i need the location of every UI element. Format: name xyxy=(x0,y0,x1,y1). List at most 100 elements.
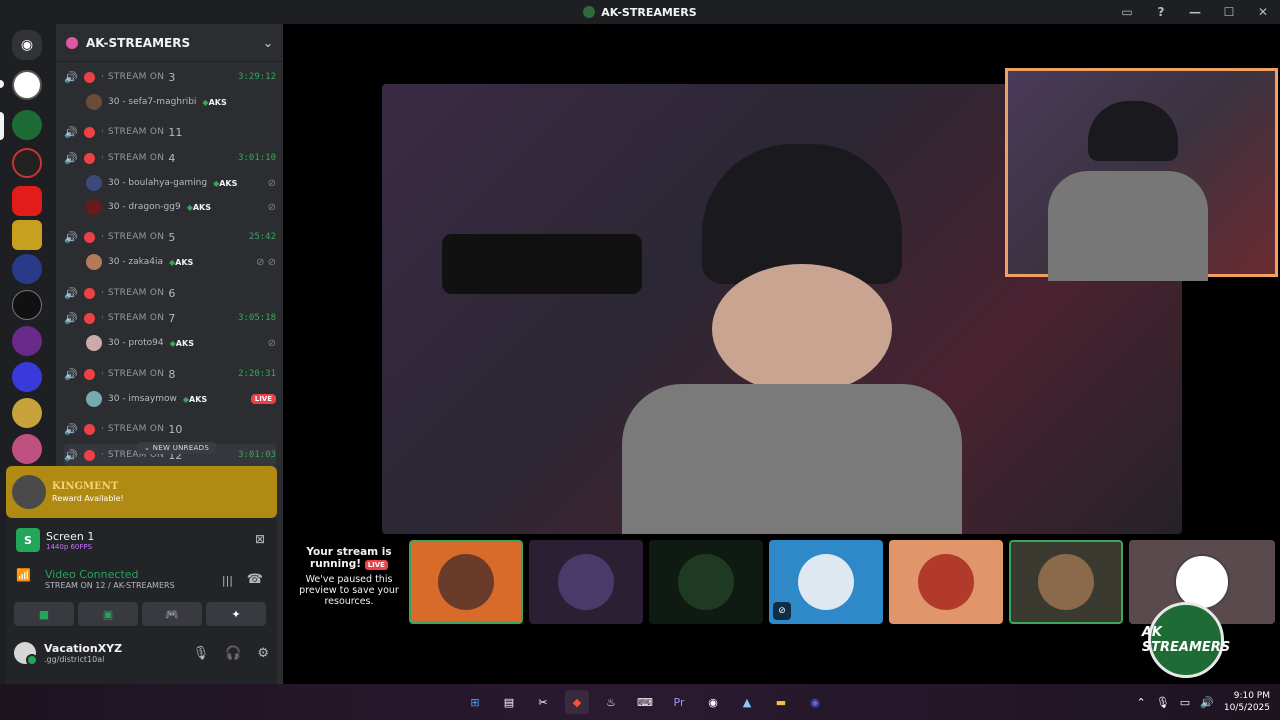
disconnect-icon[interactable]: ☎ xyxy=(247,572,263,587)
brave-browser-icon[interactable]: ◆ xyxy=(565,690,589,714)
voice-user[interactable]: 30 - dragon-gg9 AKS ⊘ xyxy=(86,197,276,217)
photos-icon[interactable]: ▲ xyxy=(735,690,759,714)
discord-home-icon[interactable]: ◉ xyxy=(12,30,42,60)
clock[interactable]: 9:10 PM 10/5/2025 xyxy=(1224,690,1270,714)
voice-channel[interactable]: 🔊 · STREAM ON 7 3:05:18 xyxy=(64,307,276,329)
voice-channel-path[interactable]: STREAM ON 12 / AK-STREAMERS xyxy=(45,581,175,590)
avatar xyxy=(438,554,494,610)
voice-channel[interactable]: 🔊 · STREAM ON 10 xyxy=(64,418,276,440)
server-gold-icon[interactable] xyxy=(12,398,42,428)
user-name: 30 - proto94 xyxy=(108,338,164,348)
voice-user[interactable]: 30 - imsaymow AKS LIVE xyxy=(86,389,276,409)
steam-icon[interactable]: ♨ xyxy=(599,690,623,714)
microphone-icon[interactable]: 🎙 xyxy=(193,646,210,661)
voice-user[interactable]: 30 - boulahya-gaming AKS ⊘ xyxy=(86,173,276,193)
screen-share-button[interactable]: ▣ xyxy=(78,602,138,626)
chevron-up-icon[interactable]: ⌃ xyxy=(1137,696,1146,709)
channel-timer: 3:01:10 xyxy=(238,153,276,163)
stop-stream-icon[interactable]: ⊠ xyxy=(255,532,265,546)
camera-button[interactable]: ■ xyxy=(14,602,74,626)
server-purple-icon[interactable] xyxy=(12,326,42,356)
server-gaming-icon[interactable] xyxy=(12,220,42,250)
server-vacation-icon[interactable] xyxy=(12,70,42,100)
voice-channel[interactable]: 🔊 · STREAM ON 5 25:42 xyxy=(64,226,276,248)
server-bhd-icon[interactable] xyxy=(12,148,42,178)
minimize-button[interactable]: — xyxy=(1178,0,1212,24)
voice-user[interactable]: 30 - proto94 AKS ⊘ xyxy=(86,333,276,353)
obs-icon[interactable]: ◉ xyxy=(701,690,725,714)
speaker-icon: 🔊 xyxy=(64,368,78,381)
clock-time: 9:10 PM xyxy=(1233,691,1270,701)
server-logo-icon xyxy=(583,6,596,18)
channel-number: 4 xyxy=(168,151,176,165)
voice-channel[interactable]: 🔊 · STREAM ON 3 3:29:12 xyxy=(64,66,276,88)
inbox-icon[interactable]: ▭ xyxy=(1110,0,1144,24)
participant-tile[interactable] xyxy=(409,540,523,624)
channel-number: 7 xyxy=(168,311,176,325)
server-neon-icon[interactable] xyxy=(12,362,42,392)
server-header[interactable]: AK-STREAMERS ⌄ xyxy=(56,24,283,62)
voice-channel[interactable]: 🔊 · STREAM ON 11 xyxy=(64,121,276,143)
reward-title: KINGMENT xyxy=(52,481,119,492)
speaker-icon: 🔊 xyxy=(64,423,78,436)
noise-suppression-icon[interactable]: ||| xyxy=(222,574,233,587)
screen-share-info: S Screen 1 1440p 60FPS xyxy=(16,528,94,552)
channel-label: STREAM ON xyxy=(107,127,165,137)
voice-user[interactable]: 30 - zaka4ia AKS ⊘ ⊘ xyxy=(86,252,276,272)
channel-timer: 2:20:31 xyxy=(238,369,276,379)
voice-channel[interactable]: 🔊 · STREAM ON 8 2:20:31 xyxy=(64,363,276,385)
channel-number: 10 xyxy=(168,422,183,436)
server-emblem-icon[interactable] xyxy=(12,254,42,284)
server-name: AK-STREAMERS xyxy=(86,35,191,50)
new-unreads-label: NEW UNREADS xyxy=(152,444,210,452)
pip-video[interactable] xyxy=(1005,68,1278,281)
voice-channel[interactable]: 🔊 · STREAM ON 6 xyxy=(64,282,276,304)
volume-icon[interactable]: 🔊 xyxy=(1200,696,1214,709)
maximize-button[interactable]: ☐ xyxy=(1212,0,1246,24)
participant-tile[interactable] xyxy=(529,540,643,624)
deafen-icon: ⊘ xyxy=(267,177,276,189)
avatar xyxy=(86,254,102,270)
window-title: AK-STREAMERS xyxy=(601,5,697,19)
network-icon[interactable]: ▭ xyxy=(1180,696,1190,709)
microphone-icon[interactable]: 🎙 xyxy=(1156,696,1170,709)
close-button[interactable]: ✕ xyxy=(1246,0,1280,24)
channel-label: STREAM ON xyxy=(107,72,165,82)
premiere-icon[interactable]: Pr xyxy=(667,690,691,714)
headphones-icon[interactable]: 🎧 xyxy=(225,646,241,661)
username[interactable]: VacationXYZ xyxy=(44,642,122,655)
file-explorer-icon[interactable]: ▬ xyxy=(769,690,793,714)
channel-label: STREAM ON xyxy=(107,288,165,298)
avatar[interactable] xyxy=(14,642,38,666)
server-youtube-icon[interactable] xyxy=(12,186,42,216)
reward-banner[interactable]: KINGMENT Reward Available! xyxy=(6,466,277,518)
avatar xyxy=(86,391,102,407)
new-unreads-pill[interactable]: ⌄ NEW UNREADS xyxy=(136,442,218,454)
participant-tile[interactable] xyxy=(889,540,1003,624)
server-pink-icon[interactable] xyxy=(12,434,42,464)
participant-tile[interactable] xyxy=(649,540,763,624)
server-cosa-nostra-icon[interactable] xyxy=(12,290,42,320)
stream-hidden-icon: ⊘ xyxy=(773,602,791,620)
video-subject-head xyxy=(702,144,902,284)
participant-tile[interactable]: ⊘ xyxy=(769,540,883,624)
participant-tile[interactable] xyxy=(1009,540,1123,624)
voice-panel: S Screen 1 1440p 60FPS ⊠ 📶 Video Connect… xyxy=(6,518,277,684)
signal-icon: 📶 xyxy=(16,568,31,582)
help-icon[interactable]: ? xyxy=(1144,0,1178,24)
chevron-down-icon[interactable]: ⌄ xyxy=(263,36,273,50)
activities-button[interactable]: 🎮 xyxy=(142,602,202,626)
start-icon[interactable]: ⊞ xyxy=(463,690,487,714)
voice-status[interactable]: Video Connected xyxy=(45,568,175,581)
discord-icon[interactable]: ◉ xyxy=(803,690,827,714)
server-ak-streamers-icon[interactable] xyxy=(12,110,42,140)
channel-label: STREAM ON xyxy=(107,153,165,163)
avatar xyxy=(86,175,102,191)
keyboard-icon[interactable]: ⌨ xyxy=(633,690,657,714)
soundboard-button[interactable]: ✦ xyxy=(206,602,266,626)
voice-user[interactable]: 30 - sefa7-maghribi AKS xyxy=(86,92,276,112)
task-view-icon[interactable]: ▤ xyxy=(497,690,521,714)
gear-icon[interactable]: ⚙ xyxy=(257,646,269,661)
snipping-tool-icon[interactable]: ✂ xyxy=(531,690,555,714)
voice-channel[interactable]: 🔊 · STREAM ON 4 3:01:10 xyxy=(64,147,276,169)
